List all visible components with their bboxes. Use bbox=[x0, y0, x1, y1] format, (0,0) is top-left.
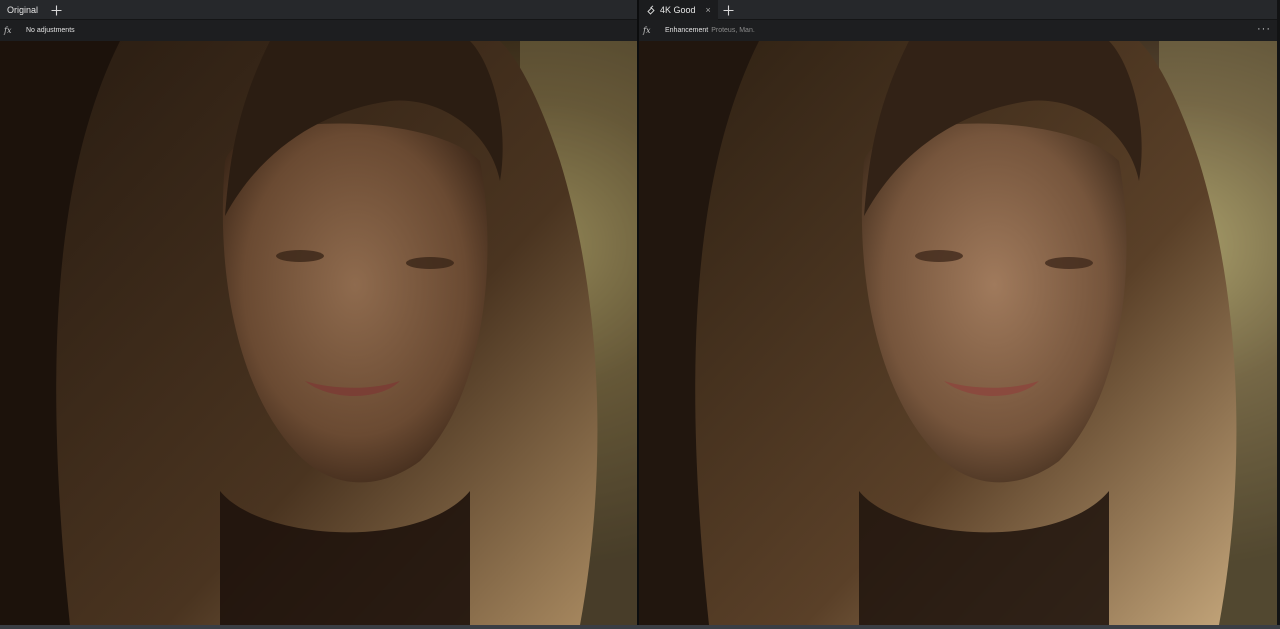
tab-4k-good[interactable]: 4K Good × bbox=[639, 0, 718, 20]
portrait-image-original bbox=[0, 41, 637, 625]
portrait-image-enhanced bbox=[639, 41, 1277, 625]
original-pane: Original fx No adjustments bbox=[0, 0, 637, 625]
more-horizontal-icon[interactable]: ··· bbox=[1257, 24, 1271, 35]
model-icon bbox=[646, 5, 656, 15]
tab-original[interactable]: Original bbox=[0, 0, 45, 20]
enhancement-label: Enhancement bbox=[665, 27, 709, 34]
close-icon[interactable]: × bbox=[706, 5, 711, 15]
fx-icon[interactable]: fx bbox=[643, 26, 661, 35]
plus-icon bbox=[723, 5, 734, 15]
enhancement-model-detail: Proteus, Man. bbox=[711, 27, 755, 34]
right-tab-bar: 4K Good × bbox=[639, 0, 1277, 20]
bottom-status-strip bbox=[0, 625, 1280, 629]
adjustments-label: No adjustments bbox=[26, 27, 75, 34]
fx-icon[interactable]: fx bbox=[4, 26, 22, 35]
add-preview-button[interactable] bbox=[718, 0, 740, 20]
plus-icon bbox=[51, 5, 62, 15]
tab-4k-good-label: 4K Good bbox=[660, 5, 696, 15]
tab-original-label: Original bbox=[7, 5, 39, 15]
original-image-viewer[interactable] bbox=[0, 41, 637, 625]
left-adjustments-bar: fx No adjustments bbox=[0, 20, 637, 41]
enhanced-image-viewer[interactable] bbox=[639, 41, 1277, 625]
enhanced-pane: 4K Good × fx Enhancement Proteus, Man. ·… bbox=[639, 0, 1277, 625]
right-adjustments-bar: fx Enhancement Proteus, Man. ··· bbox=[639, 20, 1277, 41]
add-comparison-button[interactable] bbox=[45, 0, 67, 20]
left-tab-bar: Original bbox=[0, 0, 637, 20]
